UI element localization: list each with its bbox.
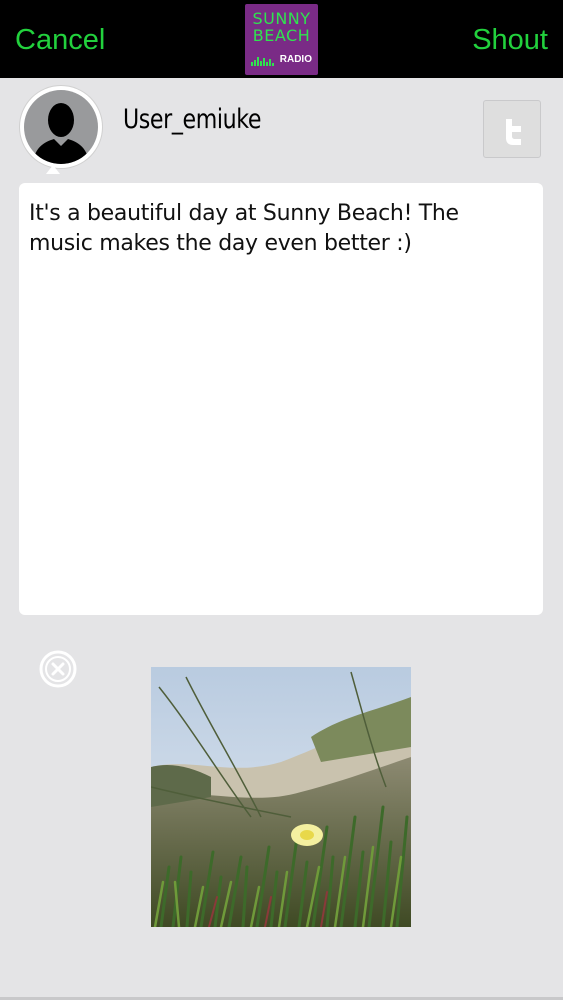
message-text[interactable]: It's a beautiful day at Sunny Beach! The…	[29, 199, 529, 259]
cancel-button[interactable]: Cancel	[15, 20, 105, 60]
remove-circle-icon	[39, 650, 77, 688]
message-text-area[interactable]: It's a beautiful day at Sunny Beach! The…	[19, 183, 543, 615]
twitter-icon	[506, 119, 521, 145]
logo-line-2: BEACH	[252, 26, 311, 45]
logo-line-3: RADIO	[279, 54, 312, 65]
avatar-pointer	[46, 165, 60, 174]
remove-photo-button[interactable]	[39, 650, 77, 688]
username: User_emiuke	[123, 104, 262, 135]
equalizer-icon	[251, 57, 274, 66]
twitter-share-button[interactable]	[483, 100, 541, 158]
beach-dune-photo	[151, 667, 411, 927]
attached-photo	[151, 667, 411, 927]
avatar	[20, 86, 102, 168]
logo-line-1: SUNNY	[252, 9, 311, 28]
user-silhouette-icon	[24, 90, 98, 164]
sunny-beach-radio-logo: SUNNY BEACH RADIO	[245, 4, 318, 75]
shout-button[interactable]: Shout	[472, 20, 548, 60]
top-navigation-bar: Cancel SUNNY BEACH RADIO Shout	[0, 0, 563, 78]
